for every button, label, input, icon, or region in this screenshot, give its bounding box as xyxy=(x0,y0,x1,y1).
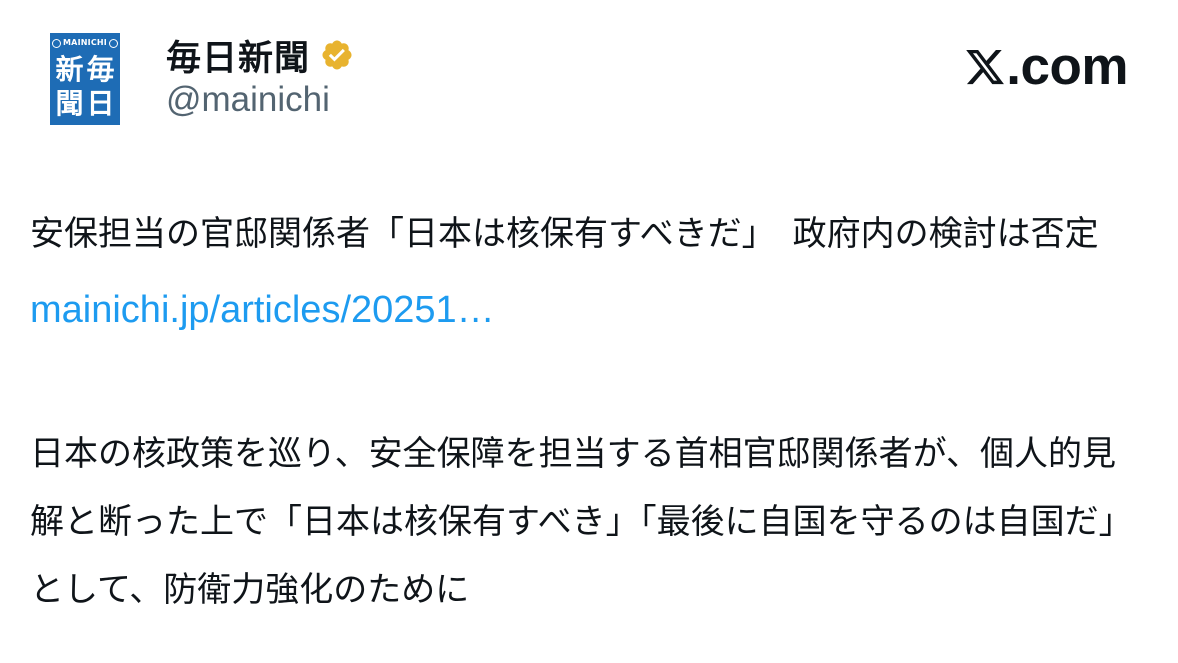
post-body-text: 日本の核政策を巡り、安全保障を担当する首相官邸関係者が、個人的見解と断った上で「… xyxy=(30,434,1116,610)
x-logo-icon xyxy=(966,49,1005,84)
tweet-header: MAINICHI 新 毎 聞 日 毎日新聞 @mainichi .com xyxy=(0,0,1178,150)
account-name-row[interactable]: 毎日新聞 xyxy=(166,30,354,80)
account-name[interactable]: 毎日新聞 xyxy=(166,30,310,81)
avatar-brand-word: MAINICHI xyxy=(63,38,107,47)
post-headline: 安保担当の官邸関係者「日本は核保有すべきだ」 政府内の検討は否定 xyxy=(30,214,1099,254)
avatar-kanji: 聞 xyxy=(55,87,84,120)
avatar-logo-kanji: 新 毎 聞 日 xyxy=(54,53,116,121)
avatar-kanji: 新 xyxy=(55,53,84,86)
article-link[interactable]: mainichi.jp/articles/20251… xyxy=(30,276,1130,344)
avatar-brand-strip: MAINICHI xyxy=(50,35,120,51)
account-handle[interactable]: @mainichi xyxy=(166,80,330,120)
globe-icon xyxy=(108,38,118,48)
verified-badge-icon xyxy=(322,40,352,70)
avatar-kanji: 日 xyxy=(86,87,115,120)
site-domain: .com xyxy=(1006,37,1128,96)
tweet-body: 安保担当の官邸関係者「日本は核保有すべきだ」 政府内の検討は否定 mainich… xyxy=(30,200,1130,620)
globe-icon xyxy=(52,38,62,48)
site-brand: .com xyxy=(964,40,1128,93)
avatar-kanji: 毎 xyxy=(86,53,115,86)
avatar[interactable]: MAINICHI 新 毎 聞 日 xyxy=(50,33,120,125)
